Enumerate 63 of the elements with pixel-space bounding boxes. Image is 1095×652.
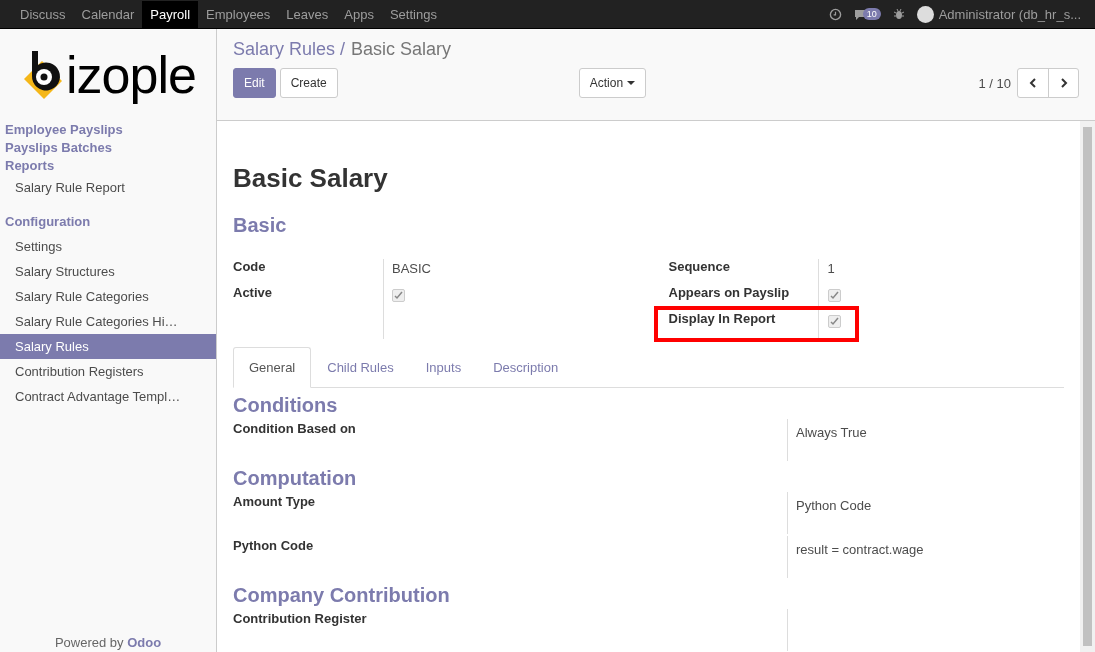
sidebar-item[interactable]: Reports [0, 157, 216, 175]
footer-text: Powered by [54, 635, 124, 650]
caret-icon [627, 81, 636, 85]
field-label: Amount Type [233, 493, 317, 511]
tab[interactable]: Description [477, 347, 575, 388]
sidebar-item[interactable]: Salary Rule Report [0, 175, 216, 200]
checkbox[interactable] [827, 315, 841, 328]
sidebar-item[interactable]: Salary Rules [0, 334, 216, 359]
field-label: Condition Based on [233, 420, 357, 438]
section-title: Company Contribution [233, 584, 451, 607]
tab[interactable]: Child Rules [311, 347, 410, 388]
sidebar-item[interactable]: Salary Rule Categories Hi… [0, 309, 216, 334]
field-value: Always True [796, 425, 867, 440]
field-label: Code [233, 259, 267, 276]
user-name[interactable]: Administrator (db_hr_s... [938, 6, 1081, 22]
menu-item[interactable]: Payroll [142, 0, 199, 28]
checkbox[interactable] [392, 289, 405, 302]
sidebar-item[interactable]: Employee Payslips [0, 121, 216, 139]
field-label: Active [233, 285, 274, 302]
section-title: Conditions [233, 394, 339, 417]
field-value: 1 [826, 260, 836, 276]
field-value: result = contract.wage [796, 542, 924, 557]
sidebar-item[interactable]: Contribution Registers [0, 359, 216, 384]
pager-counter: 1 / 10 [978, 75, 1011, 91]
sidebar-item[interactable]: Payslips Batches [0, 139, 216, 157]
section-title: Computation [233, 467, 358, 490]
field-label: Python Code [233, 537, 315, 555]
field-label: Display In Report [668, 311, 819, 338]
field-value: Python Code [796, 498, 872, 513]
odoo-link[interactable]: Odoo [127, 635, 162, 650]
field-label: Sequence [668, 259, 819, 285]
create-button[interactable]: Create [279, 68, 338, 98]
sidebar-item[interactable]: Configuration [0, 210, 216, 234]
field-label: Contribution Register [233, 610, 368, 628]
clock-icon[interactable] [828, 7, 842, 21]
menu-item[interactable]: Apps [336, 0, 382, 28]
menu-item[interactable]: Calendar [73, 0, 143, 28]
sidebar-item[interactable]: Salary Rule Categories [0, 284, 216, 309]
chat-icon[interactable] [853, 8, 867, 20]
edit-button[interactable]: Edit [233, 68, 276, 98]
menu-item[interactable]: Employees [198, 0, 279, 28]
sidebar-item[interactable]: Contract Advantage Templ… [0, 384, 216, 409]
sidebar-item[interactable]: Settings [0, 234, 216, 259]
breadcrumb-link[interactable]: Salary Rules / [233, 39, 346, 60]
scrollbar[interactable] [1080, 121, 1095, 652]
sidebar-item[interactable]: Salary Structures [0, 259, 216, 284]
chevron-right-icon [1059, 78, 1068, 88]
avatar[interactable] [916, 5, 934, 23]
chevron-left-icon [1029, 78, 1037, 88]
menu-item[interactable]: Leaves [278, 0, 337, 28]
tab[interactable]: Inputs [409, 347, 478, 388]
menu-item[interactable]: Settings [381, 0, 445, 28]
bug-icon[interactable] [892, 8, 905, 20]
checkbox[interactable] [827, 289, 841, 302]
menu-item[interactable]: Discuss [12, 0, 74, 28]
record-title: Basic Salary [233, 163, 389, 194]
tab[interactable]: General [233, 347, 312, 388]
breadcrumb-current: Basic Salary [351, 39, 452, 60]
field-label: Appears on Payslip [668, 285, 819, 311]
message-count: 10 [862, 8, 881, 20]
field-value: BASIC [391, 260, 432, 276]
record-subtitle: Basic [233, 214, 288, 237]
action-dropdown[interactable]: Action [578, 68, 647, 98]
